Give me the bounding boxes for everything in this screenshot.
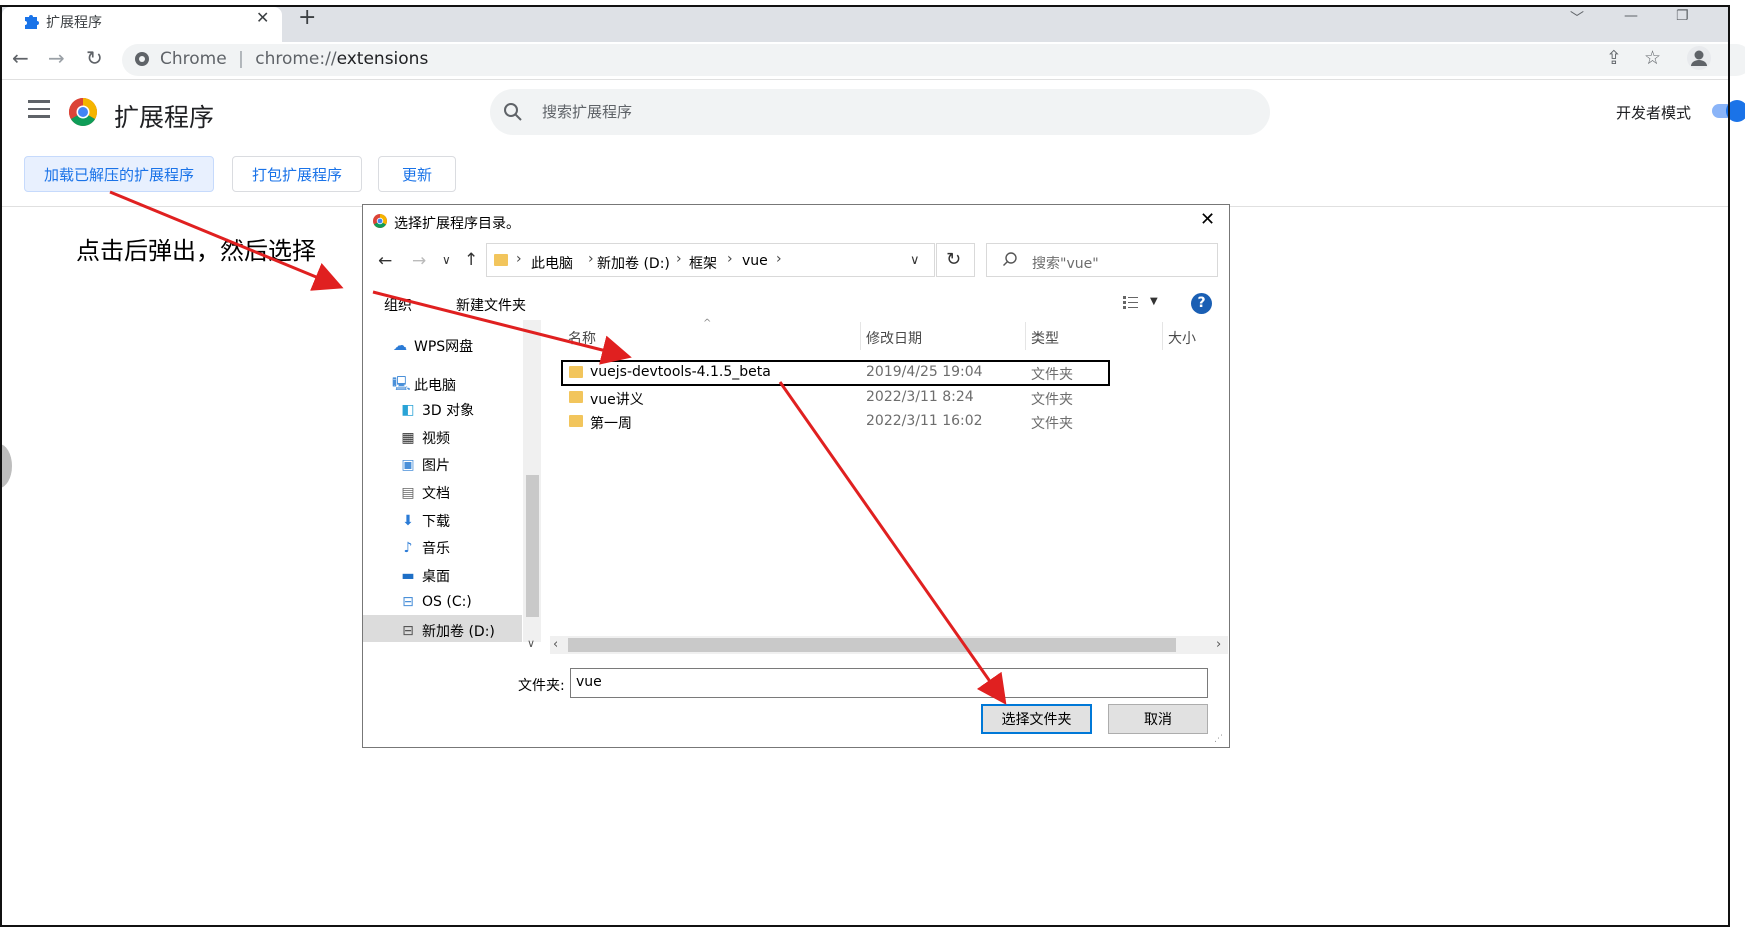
screenshot-frame	[0, 5, 1730, 927]
